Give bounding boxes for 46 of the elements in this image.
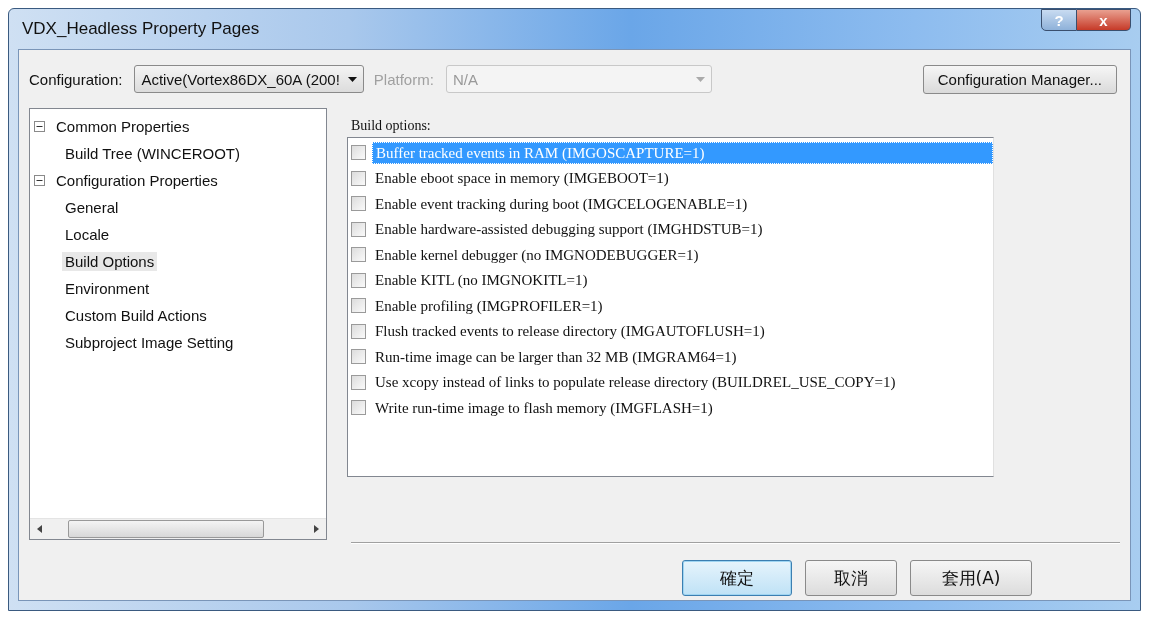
dialog-button[interactable]: 取消 xyxy=(805,560,897,596)
checkbox[interactable] xyxy=(351,247,366,263)
option-label[interactable]: Run-time image can be larger than 32 MB (IMGRAM64=1) xyxy=(372,346,993,367)
option-label[interactable]: Enable event tracking during boot (IMGCELOGENABLE=1) xyxy=(372,193,993,214)
option-label[interactable]: Enable profiling (IMGPROFILER=1) xyxy=(372,295,993,316)
window-title: VDX_Headless Property Pages xyxy=(21,19,260,39)
configuration-label: Configuration: xyxy=(29,70,123,88)
checkbox[interactable] xyxy=(351,196,366,212)
option-label[interactable]: Use xcopy instead of links to populate release directory (BUILDREL_USE_COPY=1) xyxy=(372,372,993,393)
tree-item[interactable]: Environment xyxy=(62,279,153,298)
platform-label: Platform: xyxy=(373,70,434,88)
tree-item[interactable]: Configuration Properties xyxy=(53,171,221,190)
checkbox[interactable] xyxy=(351,400,366,416)
configuration-manager-button[interactable]: Configuration Manager... xyxy=(922,64,1117,94)
configuration-dropdown[interactable]: Active(Vortex86DX_60A (200! xyxy=(134,65,364,93)
checkbox[interactable] xyxy=(351,374,366,390)
build-options-label: Build options: xyxy=(351,118,432,134)
checkbox[interactable] xyxy=(351,145,366,161)
option-label[interactable]: Enable hardware-assisted debugging support (IMGHDSTUB=1) xyxy=(372,219,993,240)
tree-item[interactable]: Build Tree (WINCEROOT) xyxy=(62,144,244,163)
checkbox[interactable] xyxy=(351,349,366,365)
horizontal-scrollbar[interactable] xyxy=(30,518,326,539)
close-button[interactable]: x xyxy=(1077,9,1131,31)
tree-item[interactable]: Build Options xyxy=(62,252,158,271)
tree-item[interactable]: Common Properties xyxy=(53,117,193,136)
option-label[interactable]: Write run-time image to flash memory (IMGFLASH=1) xyxy=(372,397,993,418)
collapse-icon[interactable] xyxy=(34,175,45,186)
dialog-button[interactable]: 套用(A) xyxy=(910,560,1032,596)
collapse-icon[interactable] xyxy=(34,121,45,132)
tree-item[interactable]: Subproject Image Setting xyxy=(62,333,237,352)
checkbox[interactable] xyxy=(351,323,366,339)
tree-item[interactable]: Locale xyxy=(62,225,113,244)
dialog-button[interactable]: 確定 xyxy=(682,560,792,596)
checkbox[interactable] xyxy=(351,221,366,237)
scroll-thumb[interactable] xyxy=(68,520,264,538)
option-label[interactable]: Flush tracked events to release directory (IMGAUTOFLUSH=1) xyxy=(372,321,993,342)
tree-item[interactable]: Custom Build Actions xyxy=(62,306,210,325)
option-label[interactable]: Enable kernel debugger (no IMGNODEBUGGER=1) xyxy=(372,244,993,265)
dropdown-arrow-icon xyxy=(347,76,357,82)
tree-item[interactable]: General xyxy=(62,198,122,217)
checkbox[interactable] xyxy=(351,298,366,314)
checkbox[interactable] xyxy=(351,272,366,288)
option-label[interactable]: Enable KITL (no IMGNOKITL=1) xyxy=(372,270,993,291)
checkbox[interactable] xyxy=(351,170,366,186)
option-label[interactable]: Enable eboot space in memory (IMGEBOOT=1) xyxy=(372,168,993,189)
dropdown-arrow-icon xyxy=(695,76,705,82)
